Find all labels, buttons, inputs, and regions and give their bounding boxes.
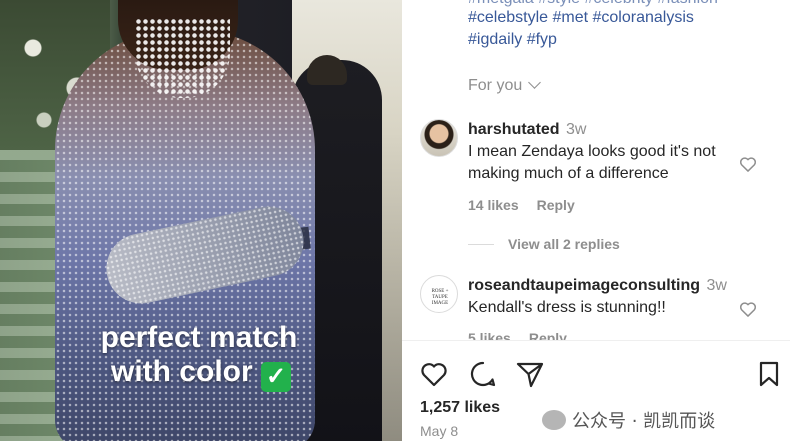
avatar-logo: ROSE + TAUPE IMAGE bbox=[431, 289, 449, 306]
share-icon[interactable] bbox=[515, 359, 545, 389]
comment-meta: 14 likes Reply bbox=[468, 197, 593, 213]
post-action-bar: 1,257 likes May 8 公众号 · 凯凯而谈 bbox=[402, 340, 790, 441]
comment-time: 3w bbox=[706, 277, 727, 294]
heart-icon[interactable] bbox=[738, 154, 758, 174]
watermark: 公众号 · 凯凯而谈 bbox=[542, 407, 715, 433]
check-mark-icon: ✓ bbox=[261, 362, 291, 392]
hashtags-line-1[interactable]: #celebstyle #met #coloranalysis bbox=[468, 9, 694, 27]
wechat-icon bbox=[542, 410, 566, 430]
divider bbox=[468, 244, 494, 245]
heart-icon[interactable] bbox=[419, 359, 449, 389]
likes-count[interactable]: 1,257 likes bbox=[420, 399, 500, 417]
comment-header: harshutated 3w bbox=[468, 121, 586, 139]
hashtags-line-0[interactable]: #metgala #style #celebrity #fashion bbox=[468, 0, 718, 8]
video-caption-line1: perfect match bbox=[100, 321, 298, 354]
comment-username[interactable]: harshutated bbox=[468, 121, 560, 138]
avatar[interactable]: ROSE + TAUPE IMAGE bbox=[420, 275, 458, 313]
comment-header: roseandtaupeimageconsulting 3w bbox=[468, 277, 727, 295]
comments-panel: #metgala #style #celebrity #fashion #cel… bbox=[402, 0, 790, 441]
post-media[interactable]: perfect match with color ✓ bbox=[0, 0, 402, 441]
comment-icon[interactable] bbox=[468, 359, 498, 389]
view-replies-label: View all 2 replies bbox=[508, 236, 620, 252]
comment-text: Kendall's dress is stunning!! bbox=[468, 299, 666, 316]
comment-username[interactable]: roseandtaupeimageconsulting bbox=[468, 277, 700, 294]
avatar[interactable] bbox=[420, 119, 458, 157]
hashtags-line-2[interactable]: #igdaily #fyp bbox=[468, 31, 557, 49]
post-date: May 8 bbox=[420, 423, 459, 439]
bookmark-icon[interactable] bbox=[754, 359, 784, 389]
video-caption-line2: with color ✓ bbox=[0, 355, 402, 392]
watermark-text: 公众号 · 凯凯而谈 bbox=[572, 411, 716, 432]
chevron-down-icon bbox=[528, 76, 542, 89]
for-you-dropdown[interactable]: For you bbox=[468, 76, 542, 95]
video-caption-text: with color bbox=[110, 355, 253, 388]
heart-icon[interactable] bbox=[738, 299, 758, 319]
comment-likes[interactable]: 14 likes bbox=[468, 197, 519, 213]
view-replies[interactable]: View all 2 replies bbox=[468, 236, 620, 252]
for-you-label: For you bbox=[468, 77, 523, 94]
reply-button[interactable]: Reply bbox=[537, 197, 575, 213]
comment-time: 3w bbox=[566, 121, 587, 138]
comment-text: I mean Zendaya looks good it's not makin… bbox=[468, 143, 716, 182]
